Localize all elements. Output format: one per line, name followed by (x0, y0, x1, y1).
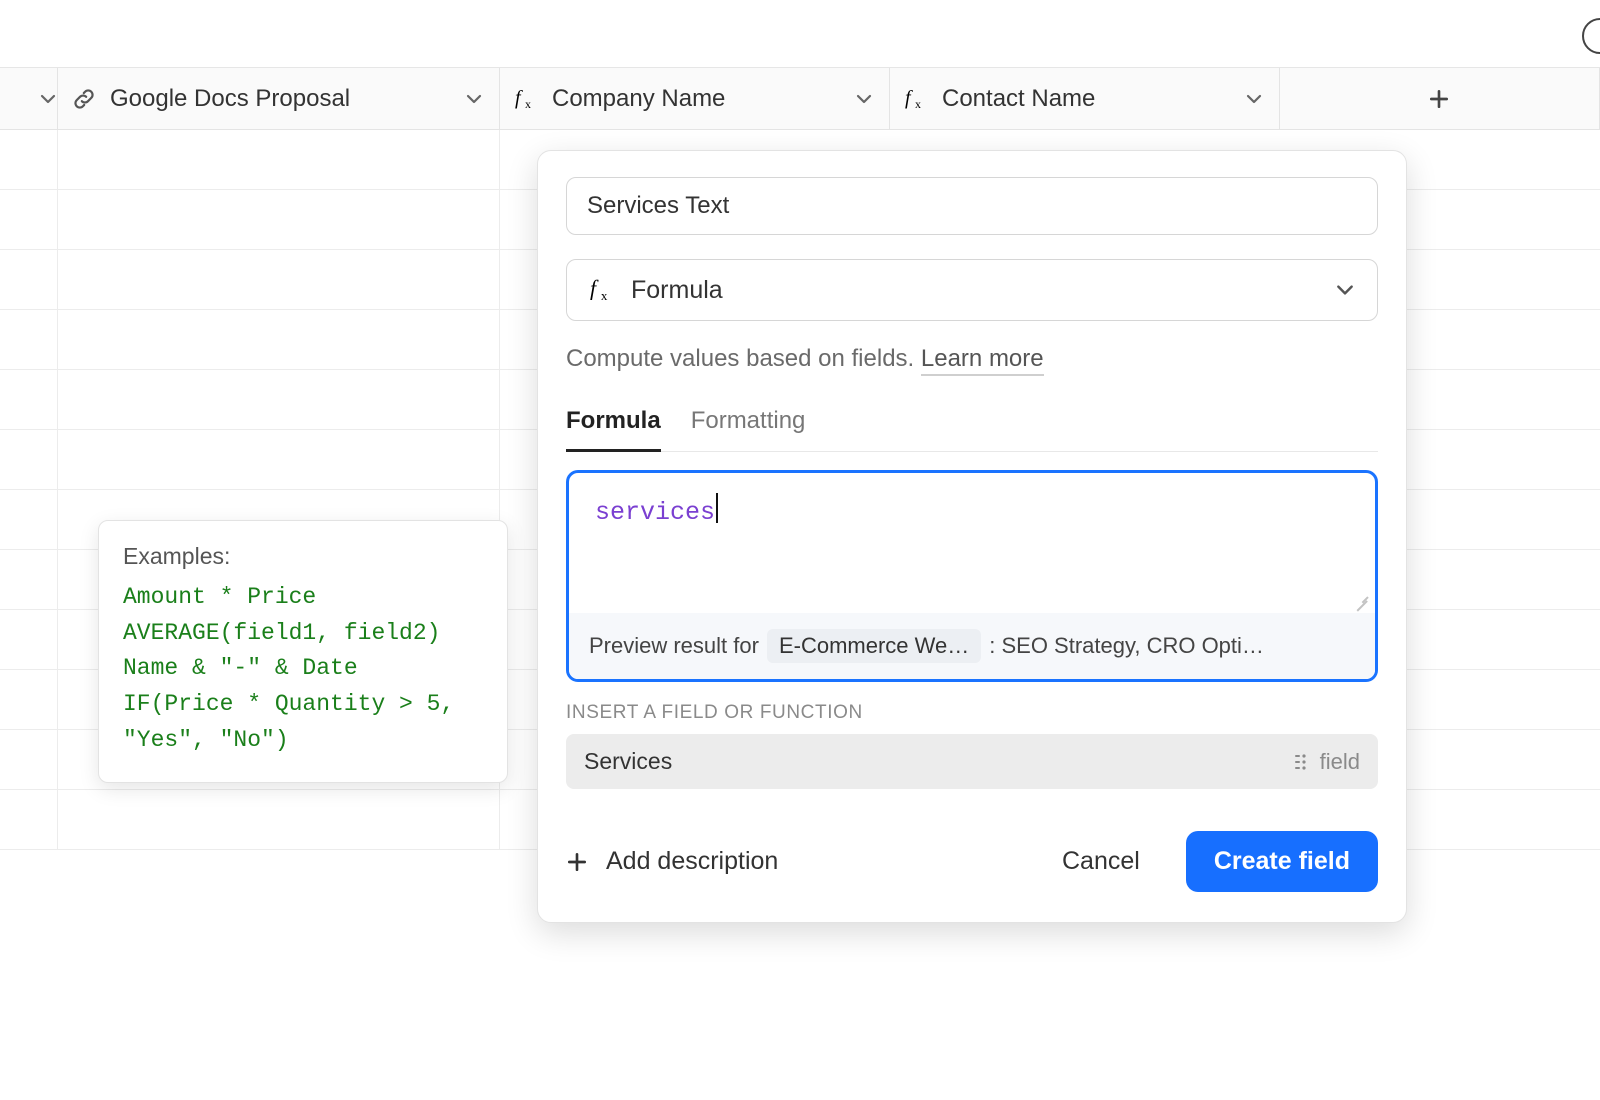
tab-formula[interactable]: Formula (566, 407, 661, 452)
examples-title: Examples: (123, 543, 483, 570)
preview-result: : SEO Strategy, CRO Opti… (989, 633, 1264, 659)
learn-more-link[interactable]: Learn more (921, 345, 1044, 376)
suggestion-name: Services (584, 748, 672, 775)
window-top-strip (0, 0, 1600, 68)
chevron-down-icon (1335, 280, 1355, 300)
formula-token: services (595, 498, 715, 527)
suggestion-kind-label: field (1320, 749, 1360, 775)
column-label: Contact Name (942, 85, 1095, 113)
plus-icon (566, 851, 588, 873)
field-type-select[interactable]: Formula (566, 259, 1378, 321)
chevron-down-icon[interactable] (465, 90, 483, 108)
tab-formatting[interactable]: Formatting (691, 407, 806, 451)
formula-examples-tooltip: Examples: Amount * Price AVERAGE(field1,… (98, 520, 508, 783)
column-label: Google Docs Proposal (110, 85, 350, 113)
link-icon (72, 87, 96, 111)
text-cursor (716, 493, 718, 523)
formula-box: services Preview result for E-Commerce W… (566, 470, 1378, 682)
suggestion-kind: field (1292, 749, 1360, 775)
config-tabs: Formula Formatting (566, 407, 1378, 452)
field-name-value: Services Text (587, 192, 729, 220)
preview-prefix: Preview result for (589, 633, 759, 659)
column-header-google-docs-proposal[interactable]: Google Docs Proposal (58, 68, 500, 129)
popover-footer: Add description Cancel Create field (566, 831, 1378, 892)
field-config-popover: Services Text Formula Compute values bas… (537, 150, 1407, 923)
formula-icon (589, 278, 615, 302)
insert-section-label: INSERT A FIELD OR FUNCTION (566, 702, 1378, 724)
chevron-down-icon[interactable] (1245, 90, 1263, 108)
column-header-leading[interactable] (0, 68, 58, 129)
multiselect-icon (1292, 752, 1310, 772)
field-name-input[interactable]: Services Text (566, 177, 1378, 235)
column-label: Company Name (552, 85, 725, 113)
preview-record-chip[interactable]: E-Commerce We… (767, 629, 981, 663)
add-column-button[interactable] (1280, 68, 1600, 129)
loupe-icon (1582, 18, 1600, 54)
field-type-helper: Compute values based on fields. Learn mo… (566, 345, 1378, 373)
helper-text: Compute values based on fields. (566, 345, 921, 372)
add-description-label: Add description (606, 847, 778, 876)
chevron-down-icon (39, 90, 57, 108)
column-header-company-name[interactable]: Company Name (500, 68, 890, 129)
suggestion-services[interactable]: Services field (566, 734, 1378, 789)
formula-preview-row: Preview result for E-Commerce We… : SEO … (569, 613, 1375, 679)
formula-icon (904, 88, 928, 110)
column-header-row: Google Docs Proposal Company Name Contac… (0, 68, 1600, 130)
add-description-button[interactable]: Add description (566, 847, 778, 876)
chevron-down-icon[interactable] (855, 90, 873, 108)
field-type-label: Formula (631, 276, 723, 305)
column-header-contact-name[interactable]: Contact Name (890, 68, 1280, 129)
examples-code: Amount * Price AVERAGE(field1, field2) N… (123, 580, 483, 758)
plus-icon (1428, 88, 1450, 110)
create-field-button[interactable]: Create field (1186, 831, 1378, 892)
resize-handle-icon[interactable] (1353, 593, 1369, 609)
cancel-button[interactable]: Cancel (1036, 833, 1166, 890)
formula-icon (514, 88, 538, 110)
formula-editor[interactable]: services (569, 473, 1375, 613)
